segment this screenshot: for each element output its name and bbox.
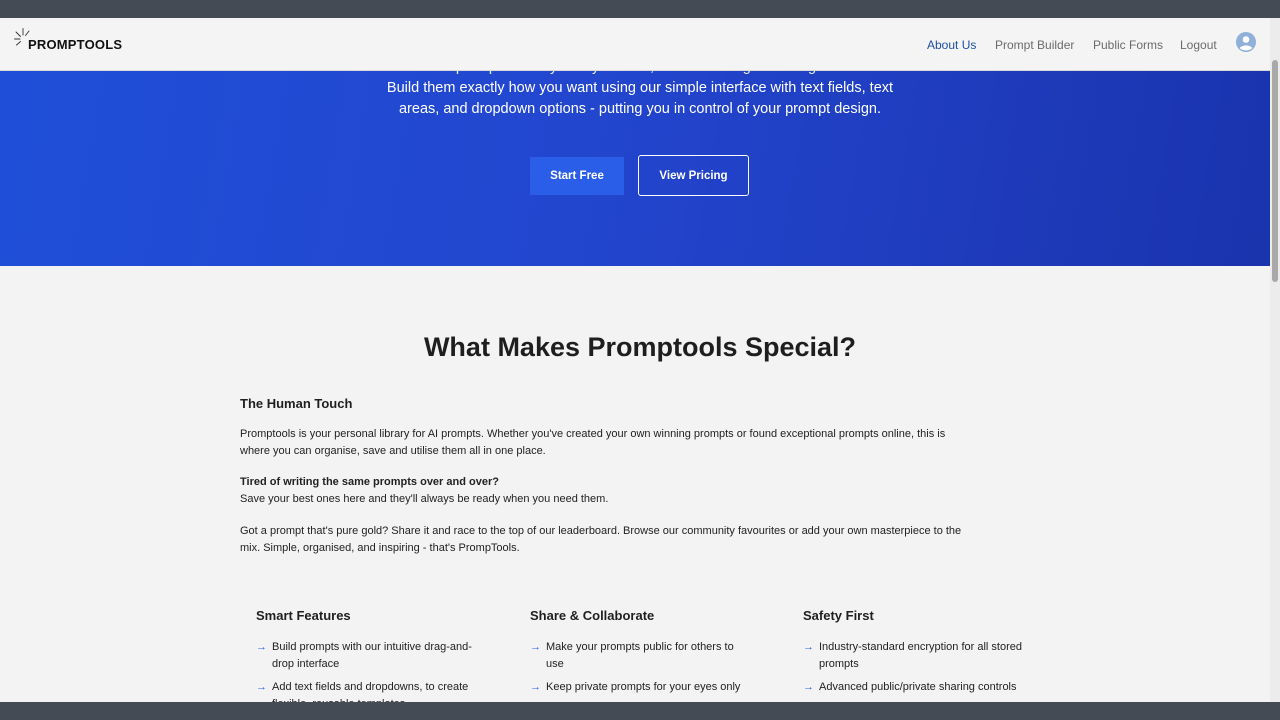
share-line-2: mix. Simple, organised, and inspiring - … — [240, 542, 520, 554]
share-line-1: Got a prompt that's pure gold? Share it … — [240, 525, 962, 537]
list-item: → Industry-standard encryption for all st… — [803, 641, 1022, 670]
tired-answer: Save your best ones here and they'll alw… — [240, 493, 609, 505]
user-circle-icon[interactable] — [1236, 32, 1256, 52]
feature-list: → Build prompts with our intuitive drag-a… — [256, 639, 476, 702]
list-item: → Add text fields and dropdowns, to creat… — [256, 679, 476, 702]
list-item: → Make your prompts public for others to … — [530, 641, 734, 670]
browser-viewport: …prompts exactly how you want, without c… — [0, 18, 1280, 702]
nav-logout[interactable]: Logout — [1180, 38, 1217, 52]
nav-public-forms[interactable]: Public Forms — [1093, 38, 1163, 52]
feature-list: → Make your prompts public for others to … — [530, 639, 750, 702]
start-free-button[interactable]: Start Free — [530, 157, 624, 195]
brand-name: PROMPTOOLS — [28, 37, 123, 52]
nav-prompt-builder[interactable]: Prompt Builder — [995, 38, 1074, 52]
list-item: → Build prompts with our intuitive drag-a… — [256, 641, 472, 670]
tired-question: Tired of writing the same prompts over a… — [240, 476, 499, 488]
intro-line-2: where you can organise, save and utilise… — [240, 445, 546, 457]
intro-line-1: Promptools is your personal library for … — [240, 428, 946, 440]
share-paragraph: Got a prompt that's pure gold? Share it … — [240, 523, 1040, 557]
hero-line-1: Build them exactly how you want using ou… — [386, 80, 894, 96]
intro-paragraph: Promptools is your personal library for … — [240, 426, 1040, 460]
feature-title: Smart Features — [256, 608, 351, 623]
tired-paragraph: Tired of writing the same prompts over a… — [240, 474, 1040, 508]
view-pricing-button[interactable]: View Pricing — [638, 155, 749, 196]
page-scrollbar[interactable] — [1270, 18, 1280, 702]
hero-description: …prompts exactly how you want, without c… — [360, 64, 920, 120]
hero-section: …prompts exactly how you want, without c… — [0, 64, 1280, 266]
arrow-right-icon: → — [530, 641, 541, 653]
subheading-human-touch: The Human Touch — [240, 396, 353, 411]
site-header: PROMPTOOLS About Us Prompt Builder Publi… — [0, 18, 1280, 71]
feature-title: Safety First — [803, 608, 874, 623]
arrow-right-icon: → — [256, 681, 267, 693]
feature-title: Share & Collaborate — [530, 608, 655, 623]
list-item: → Keep private prompts for your eyes only — [530, 679, 750, 696]
nav-about-us[interactable]: About Us — [927, 38, 976, 52]
arrow-right-icon: → — [530, 681, 541, 693]
hero-line-2: areas, and dropdown options - putting yo… — [398, 101, 881, 117]
arrow-right-icon: → — [256, 641, 267, 653]
section-title: What Makes Promptools Special? — [423, 332, 857, 362]
list-item: → Advanced public/private sharing control… — [803, 679, 1023, 696]
arrow-right-icon: → — [803, 681, 814, 693]
feature-list: → Industry-standard encryption for all st… — [803, 639, 1023, 702]
arrow-right-icon: → — [803, 641, 814, 653]
scrollbar-thumb[interactable] — [1272, 60, 1278, 282]
